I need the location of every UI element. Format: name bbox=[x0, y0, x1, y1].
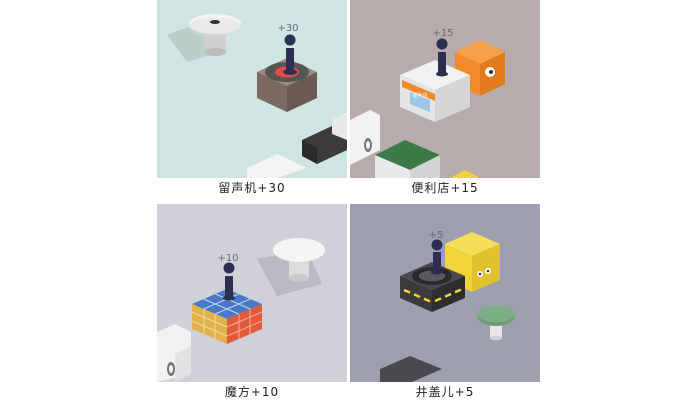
next-blocks bbox=[157, 324, 191, 382]
game-screenshot: 便利店 +15 bbox=[350, 0, 540, 178]
panel-convenience-store: 便利店 +15 便利店+15 bbox=[350, 0, 540, 195]
score-popup: +5 bbox=[429, 230, 444, 241]
panel-caption: 留声机+30 bbox=[218, 181, 286, 195]
game-screenshot: +10 bbox=[157, 204, 347, 382]
panel-rubiks-cube: +10 魔方+10 bbox=[157, 204, 347, 399]
game-screenshot: +5 bbox=[350, 204, 540, 382]
store-sign: 便利店 bbox=[412, 92, 427, 99]
score-popup: +30 bbox=[277, 23, 298, 34]
panel-caption: 魔方+10 bbox=[224, 385, 280, 399]
score-popup: +10 bbox=[217, 253, 238, 264]
game-screenshot: +30 bbox=[157, 0, 347, 178]
panel-caption: 井盖儿+5 bbox=[415, 385, 475, 399]
panel-record-player: +30 留声机+30 bbox=[157, 0, 347, 195]
score-popup: +15 bbox=[432, 28, 453, 39]
panel-manhole-cover: +5 井盖儿+5 bbox=[350, 204, 540, 399]
panel-caption: 便利店+15 bbox=[411, 181, 479, 195]
